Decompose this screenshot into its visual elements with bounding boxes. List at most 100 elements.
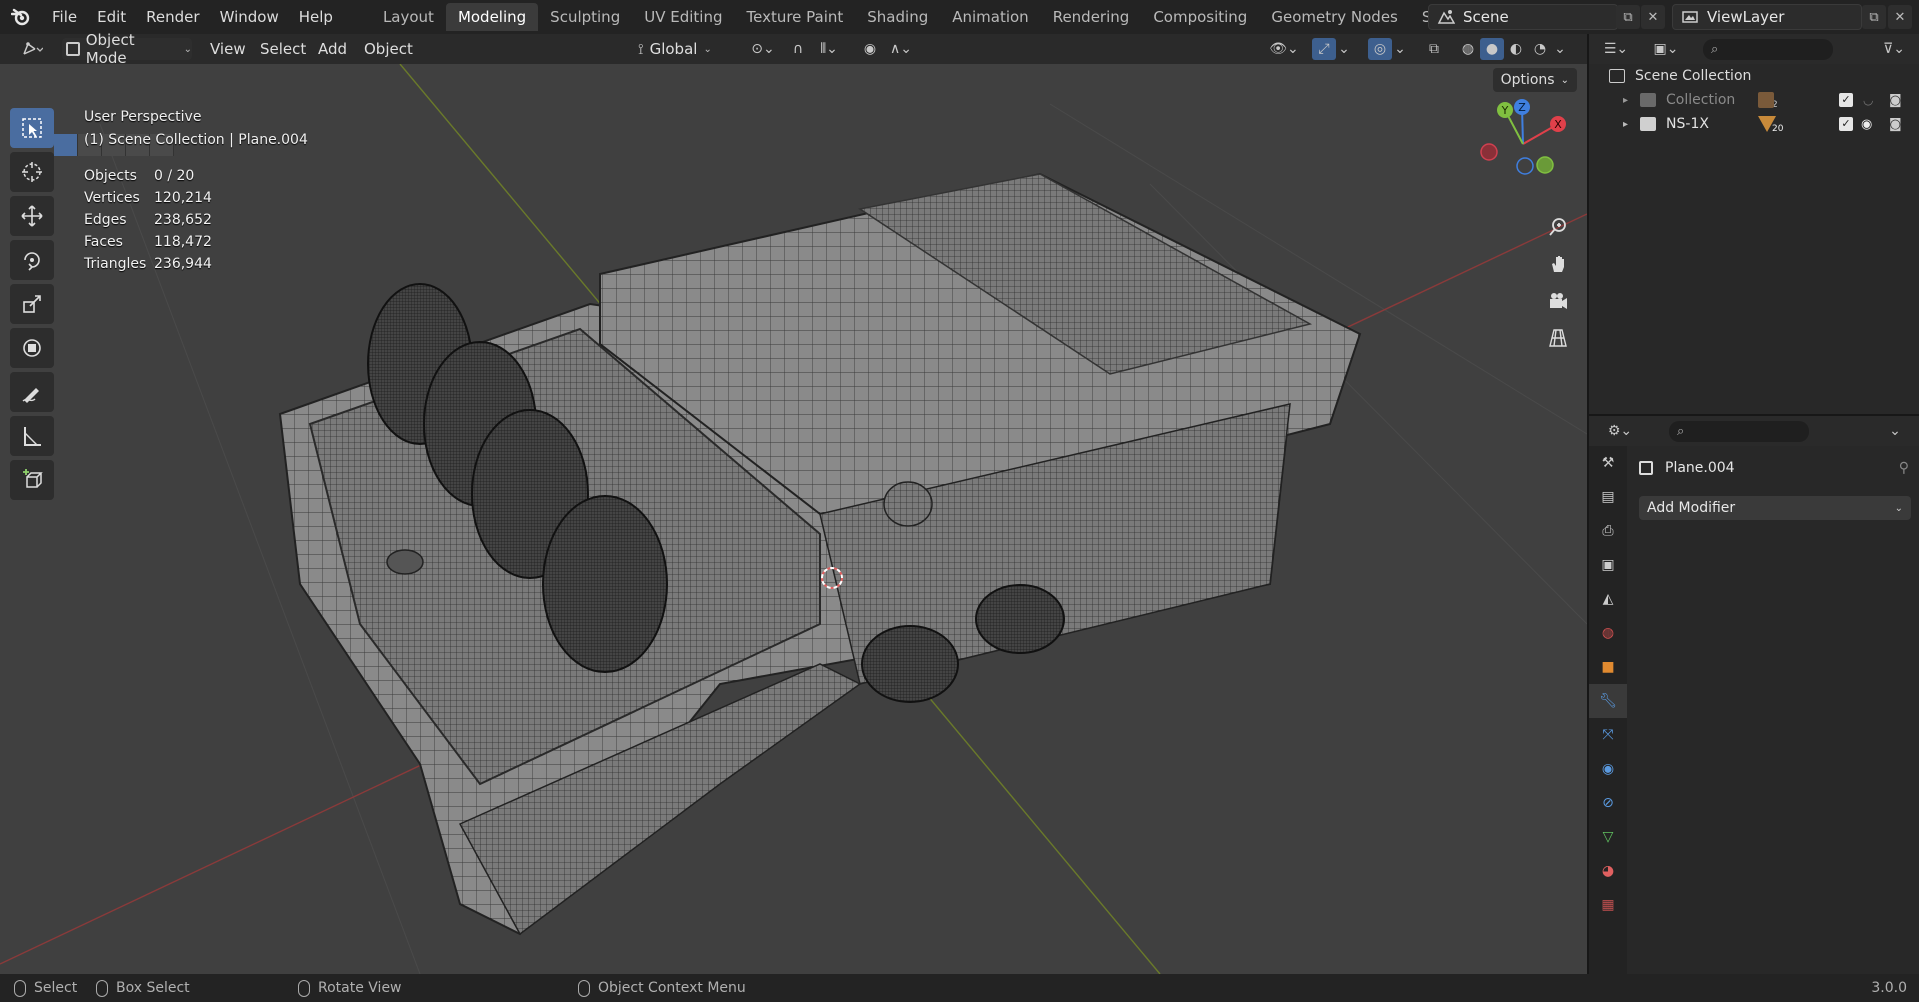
rotate-tool-icon[interactable] — [10, 240, 54, 280]
gizmo-toggle-icon[interactable]: ⤢ — [1312, 38, 1336, 60]
overlay-toggle-icon[interactable]: ◎ — [1368, 38, 1392, 60]
tab-sculpting[interactable]: Sculpting — [538, 3, 632, 31]
outliner-item[interactable]: ▸ Collection 2 ✓ ◡ ◙ — [1589, 88, 1919, 112]
pivot-point-icon[interactable]: ⊙⌄ — [746, 38, 780, 60]
mode-dropdown[interactable]: Object Mode ⌄ — [62, 31, 192, 67]
proportional-edit-icon[interactable]: ◉ — [858, 38, 882, 60]
object-tab-icon[interactable]: ■ — [1589, 650, 1627, 684]
outliner-search-input[interactable]: ⌕ — [1703, 39, 1833, 60]
cursor-tool-icon[interactable] — [10, 152, 54, 192]
display-mode-icon[interactable]: ▣⌄ — [1649, 38, 1683, 60]
constraints-tab-icon[interactable]: ⊘ — [1589, 786, 1627, 820]
zoom-icon[interactable] — [1543, 212, 1573, 242]
view-layer-selector[interactable]: ViewLayer — [1672, 4, 1862, 30]
select-box-tool-icon[interactable] — [10, 108, 54, 148]
pin-icon[interactable]: ⚲ — [1899, 460, 1909, 476]
view-layer-name[interactable]: ViewLayer — [1707, 8, 1784, 26]
add-modifier-dropdown[interactable]: Add Modifier ⌄ — [1639, 496, 1911, 520]
render-camera-icon[interactable]: ◙ — [1889, 117, 1902, 132]
move-tool-icon[interactable] — [10, 196, 54, 236]
physics-tab-icon[interactable]: ◉ — [1589, 752, 1627, 786]
tab-layout[interactable]: Layout — [371, 3, 446, 31]
add-cube-tool-icon[interactable] — [10, 460, 54, 500]
editor-type-icon[interactable] — [14, 38, 50, 60]
pan-hand-icon[interactable] — [1543, 249, 1573, 279]
rendered-shading-icon[interactable]: ◔ — [1528, 38, 1552, 60]
menu-window[interactable]: Window — [210, 8, 289, 26]
falloff-icon[interactable]: ∧⌄ — [884, 38, 918, 60]
tab-animation[interactable]: Animation — [940, 3, 1040, 31]
outliner-editor-type-icon[interactable]: ☰⌄ — [1599, 38, 1633, 60]
tab-geometry-nodes[interactable]: Geometry Nodes — [1259, 3, 1410, 31]
3d-viewport[interactable]: User Perspective (1) Scene Collection | … — [0, 64, 1587, 974]
new-view-layer-icon[interactable]: ⧉ — [1862, 5, 1886, 29]
chevron-down-icon[interactable]: ⌄ — [1552, 38, 1568, 60]
stat-row: Vertices 120,214 — [84, 190, 212, 206]
modifier-tab-icon[interactable]: 🔧︎ — [1589, 684, 1627, 718]
eye-icon[interactable]: ◉ — [1861, 117, 1872, 132]
blender-logo-icon[interactable] — [0, 0, 42, 34]
chevron-down-icon[interactable]: ⌄ — [1392, 38, 1408, 60]
menu-help[interactable]: Help — [289, 8, 343, 26]
output-tab-icon[interactable]: ⎙ — [1589, 514, 1627, 548]
options-dropdown[interactable]: Options ⌄ — [1492, 68, 1577, 92]
material-tab-icon[interactable]: ◕ — [1589, 854, 1627, 888]
render-tab-icon[interactable]: ▤ — [1589, 480, 1627, 514]
solid-shading-icon[interactable]: ● — [1480, 38, 1504, 60]
wireframe-shading-icon[interactable]: ◍ — [1456, 38, 1480, 60]
menu-render[interactable]: Render — [136, 8, 209, 26]
tab-uv-editing[interactable]: UV Editing — [632, 3, 734, 31]
scene-tab-icon[interactable]: ◭ — [1589, 582, 1627, 616]
camera-view-icon[interactable] — [1543, 286, 1573, 316]
hidden-eye-icon[interactable]: ◡ — [1863, 93, 1873, 107]
expand-arrow-icon[interactable]: ▸ — [1623, 95, 1628, 106]
scene-collection-row[interactable]: Scene Collection — [1589, 64, 1919, 88]
transform-orientation-dropdown[interactable]: ⟟ Global ⌄ — [638, 38, 734, 60]
checkbox-icon[interactable]: ✓ — [1839, 117, 1853, 131]
menu-select[interactable]: Select — [260, 38, 306, 60]
world-tab-icon[interactable]: ◍ — [1589, 616, 1627, 650]
chevron-down-icon[interactable]: ⌄ — [1336, 38, 1352, 60]
menu-object[interactable]: Object — [364, 38, 413, 60]
properties-editor-type-icon[interactable]: ⚙⌄ — [1603, 420, 1637, 442]
visibility-icon[interactable]: 👁⌄ — [1266, 38, 1302, 60]
tab-compositing[interactable]: Compositing — [1141, 3, 1259, 31]
scale-tool-icon[interactable] — [10, 284, 54, 324]
object-name[interactable]: Plane.004 — [1665, 460, 1735, 476]
texture-tab-icon[interactable]: ▦ — [1589, 888, 1627, 922]
scene-selector[interactable]: Scene — [1428, 4, 1618, 30]
transform-tool-icon[interactable] — [10, 328, 54, 368]
xray-toggle-icon[interactable]: ⧉ — [1422, 38, 1446, 60]
render-camera-icon[interactable]: ◙ — [1889, 93, 1902, 108]
checkbox-icon[interactable]: ✓ — [1839, 93, 1853, 107]
snap-icon[interactable]: ∩ — [786, 38, 810, 60]
properties-search-input[interactable]: ⌕ — [1669, 421, 1809, 442]
tab-rendering[interactable]: Rendering — [1041, 3, 1142, 31]
view-layer-tab-icon[interactable]: ▣ — [1589, 548, 1627, 582]
chevron-down-icon[interactable]: ⌄ — [1885, 420, 1905, 442]
scene-name[interactable]: Scene — [1463, 8, 1509, 26]
expand-arrow-icon[interactable]: ▸ — [1623, 119, 1628, 130]
tab-modeling[interactable]: Modeling — [445, 3, 539, 31]
navigation-gizmo[interactable]: X Z Y — [1465, 94, 1575, 204]
tab-texture-paint[interactable]: Texture Paint — [734, 3, 855, 31]
menu-add[interactable]: Add — [318, 38, 347, 60]
annotate-tool-icon[interactable] — [10, 372, 54, 412]
tab-shading[interactable]: Shading — [855, 3, 940, 31]
perspective-toggle-icon[interactable] — [1543, 323, 1573, 353]
delete-view-layer-icon[interactable]: ✕ — [1888, 5, 1912, 29]
measure-tool-icon[interactable] — [10, 416, 54, 456]
menu-view[interactable]: View — [210, 38, 246, 60]
snap-target-icon[interactable]: ⫴⌄ — [812, 38, 846, 60]
tool-tab-icon[interactable]: ⚒ — [1589, 446, 1627, 480]
filter-icon[interactable]: ⊽⌄ — [1877, 38, 1911, 60]
new-scene-icon[interactable]: ⧉ — [1616, 5, 1640, 29]
delete-scene-icon[interactable]: ✕ — [1641, 5, 1665, 29]
material-shading-icon[interactable]: ◐ — [1504, 38, 1528, 60]
particles-tab-icon[interactable]: ⤧ — [1589, 718, 1627, 752]
menu-file[interactable]: File — [42, 8, 87, 26]
menu-edit[interactable]: Edit — [87, 8, 136, 26]
data-tab-icon[interactable]: ▽ — [1589, 820, 1627, 854]
outliner-item[interactable]: ▸ NS-1X 20 ✓ ◉ ◙ — [1589, 112, 1919, 136]
select-new-icon[interactable] — [54, 134, 78, 156]
